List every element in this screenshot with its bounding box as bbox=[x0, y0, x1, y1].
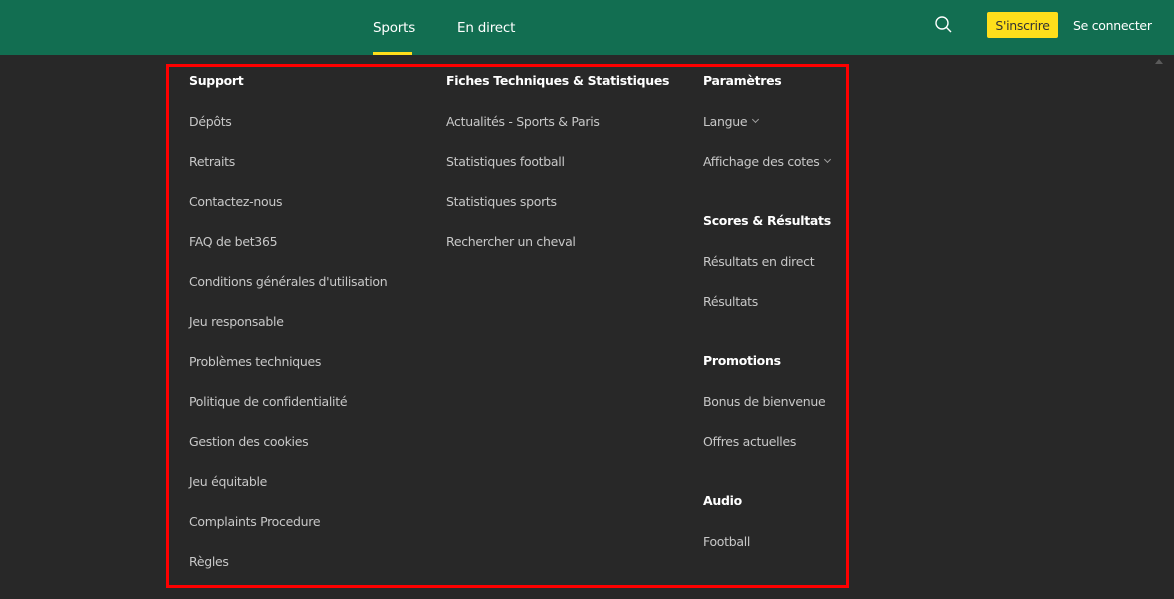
scroll-up-arrow-icon[interactable] bbox=[1155, 59, 1163, 64]
tab-sports[interactable]: Sports bbox=[373, 0, 415, 55]
link-live-results[interactable]: Résultats en direct bbox=[703, 254, 815, 269]
odds-format-label: Affichage des cotes bbox=[703, 154, 820, 169]
language-dropdown[interactable]: Langue bbox=[703, 114, 760, 129]
link-results[interactable]: Résultats bbox=[703, 294, 758, 309]
link-retraits[interactable]: Retraits bbox=[189, 154, 235, 169]
link-audio-football[interactable]: Football bbox=[703, 534, 750, 549]
footer-menu-panel: Support Dépôts Retraits Contactez-nous F… bbox=[166, 64, 849, 588]
link-privacy[interactable]: Politique de confidentialité bbox=[189, 394, 348, 409]
promotions-heading: Promotions bbox=[703, 353, 781, 368]
login-link[interactable]: Se connecter bbox=[1073, 12, 1152, 38]
support-heading: Support bbox=[189, 73, 244, 88]
link-terms[interactable]: Conditions générales d'utilisation bbox=[189, 274, 388, 289]
link-responsible-gaming[interactable]: Jeu responsable bbox=[189, 314, 284, 329]
link-cookies[interactable]: Gestion des cookies bbox=[189, 434, 309, 449]
stats-heading: Fiches Techniques & Statistiques bbox=[446, 73, 670, 88]
link-faq[interactable]: FAQ de bet365 bbox=[189, 234, 278, 249]
link-sports-stats[interactable]: Statistiques sports bbox=[446, 194, 557, 209]
link-news[interactable]: Actualités - Sports & Paris bbox=[446, 114, 600, 129]
odds-format-dropdown[interactable]: Affichage des cotes bbox=[703, 154, 832, 169]
link-football-stats[interactable]: Statistiques football bbox=[446, 154, 565, 169]
chevron-down-icon bbox=[752, 115, 760, 124]
link-depots[interactable]: Dépôts bbox=[189, 114, 232, 129]
link-horse-search[interactable]: Rechercher un cheval bbox=[446, 234, 576, 249]
link-complaints[interactable]: Complaints Procedure bbox=[189, 514, 321, 529]
tab-en-direct[interactable]: En direct bbox=[457, 0, 515, 55]
active-tab-indicator bbox=[373, 52, 412, 55]
language-label: Langue bbox=[703, 114, 748, 129]
chevron-down-icon bbox=[824, 155, 832, 164]
link-rules[interactable]: Règles bbox=[189, 554, 229, 569]
join-button[interactable]: S'inscrire bbox=[987, 12, 1058, 38]
search-icon[interactable] bbox=[934, 15, 954, 35]
link-technical-issues[interactable]: Problèmes techniques bbox=[189, 354, 321, 369]
link-fair-gaming[interactable]: Jeu équitable bbox=[189, 474, 267, 489]
link-welcome-bonus[interactable]: Bonus de bienvenue bbox=[703, 394, 826, 409]
link-contact[interactable]: Contactez-nous bbox=[189, 194, 283, 209]
link-current-offers[interactable]: Offres actuelles bbox=[703, 434, 796, 449]
scores-heading: Scores & Résultats bbox=[703, 213, 831, 228]
settings-heading: Paramètres bbox=[703, 73, 782, 88]
audio-heading: Audio bbox=[703, 493, 742, 508]
top-header: Sports En direct S'inscrire Se connecter bbox=[0, 0, 1174, 55]
